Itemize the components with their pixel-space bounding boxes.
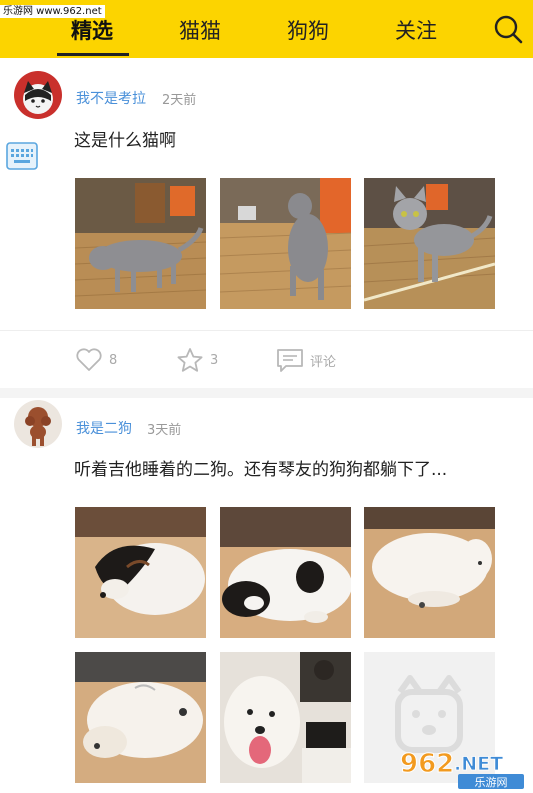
post-image[interactable]	[75, 178, 206, 309]
post-divider	[0, 388, 533, 398]
post-image[interactable]	[364, 507, 495, 638]
favorite-button[interactable]: 3	[176, 348, 218, 372]
post-image[interactable]	[364, 178, 495, 309]
post-actions: 8 3 评论	[0, 330, 533, 388]
favorite-count: 3	[210, 352, 219, 368]
like-count: 8	[109, 352, 118, 368]
heart-icon	[76, 348, 102, 371]
post-image[interactable]	[75, 507, 206, 638]
like-button[interactable]: 8	[75, 348, 117, 372]
post-content: 这是什么猫啊	[74, 131, 176, 151]
post-card: 我是二狗 3天前 听着吉他睡着的二狗。还有琴友的狗狗都躺下了...	[0, 398, 533, 793]
svg-text:.NET: .NET	[454, 753, 503, 775]
comment-label: 评论	[310, 354, 337, 370]
post-content: 听着吉他睡着的二狗。还有琴友的狗狗都躺下了...	[74, 460, 448, 480]
comment-icon	[277, 349, 303, 372]
post-username[interactable]: 我是二狗	[76, 418, 132, 438]
brand-logo: 962 .NET 乐游网	[398, 744, 528, 790]
star-icon	[177, 348, 203, 372]
avatar[interactable]	[14, 71, 62, 119]
post-time: 3天前	[147, 423, 182, 438]
comment-button[interactable]: 评论	[276, 348, 336, 372]
post-card: 我不是考拉 2天前 这是什么猫啊 8 3 评论	[0, 0, 533, 388]
avatar[interactable]	[14, 400, 62, 448]
svg-text:962: 962	[400, 749, 454, 779]
svg-text:乐游网: 乐游网	[475, 776, 508, 789]
post-image[interactable]	[220, 652, 351, 783]
post-time: 2天前	[162, 93, 197, 108]
post-username[interactable]: 我不是考拉	[76, 88, 146, 108]
post-image[interactable]	[220, 507, 351, 638]
post-image[interactable]	[75, 652, 206, 783]
post-image[interactable]	[220, 178, 351, 309]
